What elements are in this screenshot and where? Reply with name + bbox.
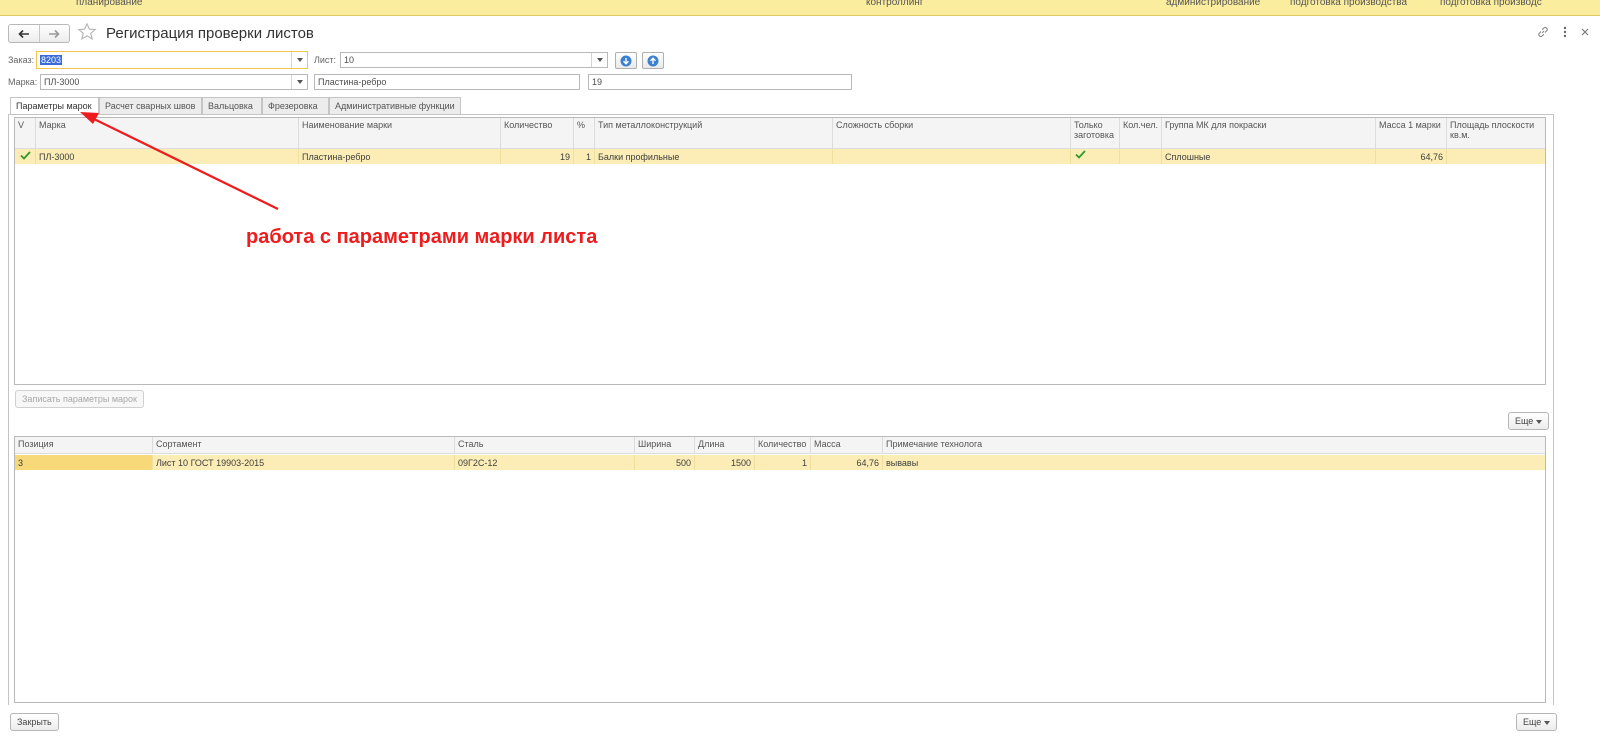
annotation-text: работа с параметрами марки листа — [246, 226, 598, 248]
annotation-arrow — [80, 112, 279, 210]
